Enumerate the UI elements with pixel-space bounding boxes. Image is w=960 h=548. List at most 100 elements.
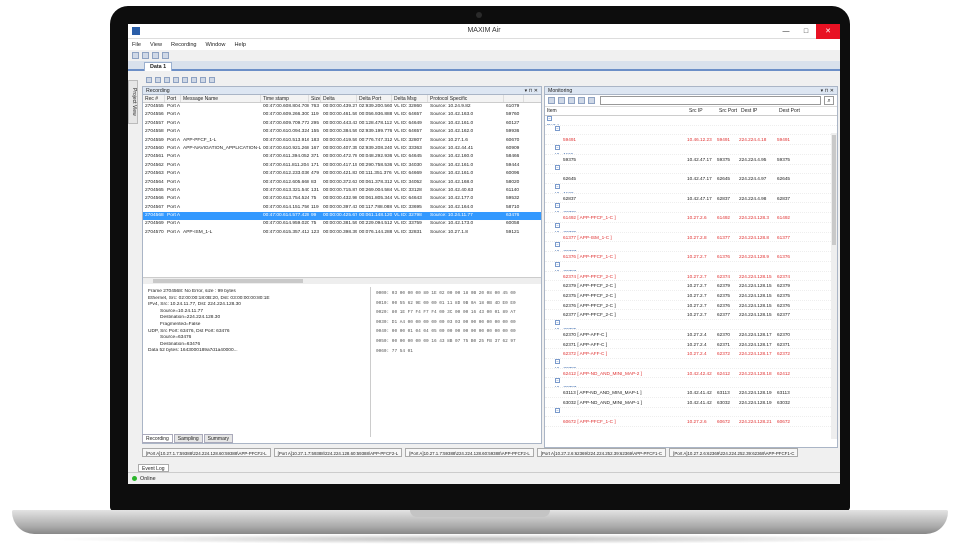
tree-row[interactable]: 62374 [ APP-PFCF_2-C ] 10.27.2.7 62374 224.… xyxy=(545,272,837,282)
tree-row[interactable]: 62375 [ APP-PFCF_2-C ] 10.27.2.7 62375 224.… xyxy=(545,291,837,301)
tree-row[interactable]: 62412 [ APP-ND_AND_MINI_MAP-2 ] 10.42.42.… xyxy=(545,369,837,379)
disconnect-icon[interactable] xyxy=(558,97,565,104)
stop-icon[interactable] xyxy=(155,76,161,83)
menu-file[interactable]: File xyxy=(132,42,141,48)
export-icon[interactable] xyxy=(588,97,595,104)
column-dest-port[interactable]: Dest Port xyxy=(777,107,807,115)
doc-strip-item[interactable]: [Port A]10.27.1.7:59388\224.224.128.60:5… xyxy=(142,448,271,457)
column-header[interactable] xyxy=(504,95,524,102)
tree-row[interactable]: 62370 [ APP-AFF-C ] 10.27.2.4 62370 224.224… xyxy=(545,330,837,340)
tree-row[interactable]: − VL_32783 xyxy=(545,261,837,272)
collapse-icon[interactable]: − xyxy=(555,378,560,384)
detail-line[interactable]: Destination=63476 xyxy=(146,342,367,349)
column-src-port[interactable]: Src Port xyxy=(717,107,739,115)
menu-window[interactable]: Window xyxy=(206,42,226,48)
table-row[interactable]: 2704555 Port A 00:47:00.608.804.708 763 00:0… xyxy=(143,103,541,111)
save-icon[interactable] xyxy=(152,52,159,59)
collapse-icon[interactable]: − xyxy=(555,164,560,170)
tree-row[interactable]: 62376 [ APP-PFCF_2-C ] 10.27.2.7 62376 224.… xyxy=(545,301,837,311)
tree-row[interactable]: 60672 [ APP-PFCF_1-C ] 10.27.2.6 60672 224.… xyxy=(545,417,837,427)
panel-pin-icon[interactable]: ▾ ⊓ ✕ xyxy=(821,87,834,95)
event-log-tab[interactable]: Event Log xyxy=(138,464,169,472)
tab-sampling[interactable]: Sampling xyxy=(173,434,203,443)
collapse-icon[interactable]: − xyxy=(555,242,560,248)
detail-line[interactable]: Source=63476 xyxy=(146,335,367,342)
column-dest-ip[interactable]: Dest IP xyxy=(739,107,777,115)
tree-row[interactable]: −VL_1119 xyxy=(545,145,837,155)
tree-row[interactable]: − VL_32789 xyxy=(545,407,837,418)
project-view-tab[interactable]: Project View xyxy=(128,80,138,124)
collapse-icon[interactable]: − xyxy=(555,320,560,326)
doc-strip-item[interactable]: [Port A]10.27.1.7:59388\224.224.128.60:5… xyxy=(273,448,403,457)
scroll-thumb[interactable] xyxy=(832,135,836,245)
collapse-icon[interactable]: − xyxy=(555,125,560,131)
collapse-icon[interactable]: − xyxy=(555,261,560,267)
tree-row[interactable]: − Port A xyxy=(545,116,837,126)
table-row[interactable]: 2704568 Port A 00:47:00.614.577.428 99 00:00… xyxy=(143,212,541,221)
grid-icon[interactable] xyxy=(200,76,206,83)
collapse-icon[interactable]: − xyxy=(555,358,560,364)
monitoring-vscroll[interactable] xyxy=(831,133,837,439)
table-row[interactable]: 2704561 Port A 00:47:00.611.394.052 371 00:0… xyxy=(143,153,541,161)
column-header[interactable]: Rec # xyxy=(143,95,165,102)
tree-row[interactable]: − VL_1121 xyxy=(545,164,837,175)
table-row[interactable]: 2704566 Port A 00:47:00.613.754.524 75 00:00… xyxy=(143,195,541,203)
minimize-button[interactable]: — xyxy=(776,24,796,39)
tree-row[interactable]: 59491 10.46.12.23 59491 224.224.4.18 59491 xyxy=(545,135,837,146)
doc-strip-item[interactable]: [Port A]10.27.1.7:59388\224.224.128.60:5… xyxy=(405,448,534,457)
table-row[interactable]: 2704563 Port A 00:47:00.612.233.036 479 00:0… xyxy=(143,170,541,178)
tree-row[interactable]: 62377 [ APP-PFCF_2-C ] 10.27.2.7 62377 224.… xyxy=(545,310,837,321)
tab-summary[interactable]: Summary xyxy=(203,434,234,443)
open-icon[interactable] xyxy=(142,52,149,59)
detail-line[interactable]: Data 52 bytes: 1643000189a7d1a40000... xyxy=(146,348,367,355)
table-row[interactable]: 2704562 Port A 00:47:00.611.811.204 171 00:0… xyxy=(143,162,541,170)
collapse-icon[interactable]: − xyxy=(555,407,560,413)
monitoring-search-input[interactable] xyxy=(600,96,821,105)
tree-row[interactable]: 61492 [ APP-PFCF_1-C ] 10.27.2.6 61492 224.… xyxy=(545,213,837,223)
tree-row[interactable]: 61376 [ APP-PFCF_1-C ] 10.27.2.7 61376 224.… xyxy=(545,252,837,262)
column-header[interactable]: Size xyxy=(309,95,321,102)
column-header[interactable]: Time stamp xyxy=(261,95,309,102)
collapse-icon[interactable]: − xyxy=(555,203,560,209)
detail-line[interactable]: IPv4, Src: 10.24.11.77, Dst: 224.224.128… xyxy=(146,302,367,309)
search-icon[interactable]: ⌕ xyxy=(824,96,834,105)
doc-strip-item[interactable]: [Port A]10.27.2.6:62369\224.224.252.39:6… xyxy=(669,448,799,457)
table-row[interactable]: 2704569 Port A 00:47:00.614.959.020 75 00:00… xyxy=(143,220,541,228)
settings-icon[interactable] xyxy=(162,52,169,59)
align-icon[interactable] xyxy=(182,76,188,83)
table-row[interactable]: 2704567 Port A 00:47:00.614.151.756 119 00:0… xyxy=(143,204,541,212)
recording-hscroll[interactable] xyxy=(143,277,541,284)
table-row[interactable]: 2704564 Port A 00:47:00.612.605.668 83 00:00… xyxy=(143,179,541,187)
scroll-thumb[interactable] xyxy=(153,279,303,283)
columns-icon[interactable] xyxy=(191,76,197,83)
tree-row[interactable]: 63113 [ APP-ND_AND_MINI_MAP-1 ] 10.42.41.… xyxy=(545,388,837,398)
column-header[interactable]: Message Name xyxy=(181,95,261,102)
filter-icon[interactable] xyxy=(568,97,575,104)
detail-line[interactable]: Source=10.24.11.77 xyxy=(146,309,367,316)
menu-help[interactable]: Help xyxy=(234,42,246,48)
detail-line[interactable]: Destination=224.224.128.30 xyxy=(146,315,367,322)
table-row[interactable]: 2704565 Port A 00:47:00.613.321.540 131 00:0… xyxy=(143,187,541,195)
collapse-icon[interactable]: − xyxy=(555,145,560,151)
column-header[interactable]: Port xyxy=(165,95,181,102)
detail-line[interactable]: Fragmented=False xyxy=(146,322,367,329)
tree-row[interactable]: −VL_32777 xyxy=(545,242,837,253)
tree-row[interactable]: 62837 10.42.47.17 62837 224.224.4.98 62837 xyxy=(545,194,837,204)
filter-icon[interactable] xyxy=(164,76,170,83)
tree-row[interactable]: 62379 [ APP-PFCF_2-C ] 10.27.2.7 62379 224.… xyxy=(545,281,837,291)
tree-row[interactable]: − VL_32786 xyxy=(545,358,837,369)
tree-row[interactable]: 62645 10.42.47.17 62645 224.224.4.97 62645 xyxy=(545,174,837,185)
table-row[interactable]: 2704556 Port A 00:47:00.609.266.300 119 00:0… xyxy=(143,111,541,119)
export-icon[interactable] xyxy=(209,76,215,83)
heartbeat-icon[interactable] xyxy=(578,97,585,104)
table-row[interactable]: 2704557 Port A 00:47:00.609.709.772 295 00:0… xyxy=(143,120,541,128)
doc-strip-item[interactable]: [Port A]10.27.2.6:62369\224.224.252.39:6… xyxy=(536,448,667,457)
record-icon[interactable] xyxy=(146,76,152,83)
tab-recording[interactable]: Recording xyxy=(142,434,173,443)
collapse-icon[interactable]: − xyxy=(555,222,560,228)
tree-row[interactable]: −VL_32785 xyxy=(545,320,837,330)
tab-data-1[interactable]: Data 1 xyxy=(144,62,173,71)
tree-row[interactable]: −VL_1122 xyxy=(545,184,837,194)
maximize-button[interactable]: □ xyxy=(796,24,816,39)
sort-icon[interactable] xyxy=(173,76,179,83)
